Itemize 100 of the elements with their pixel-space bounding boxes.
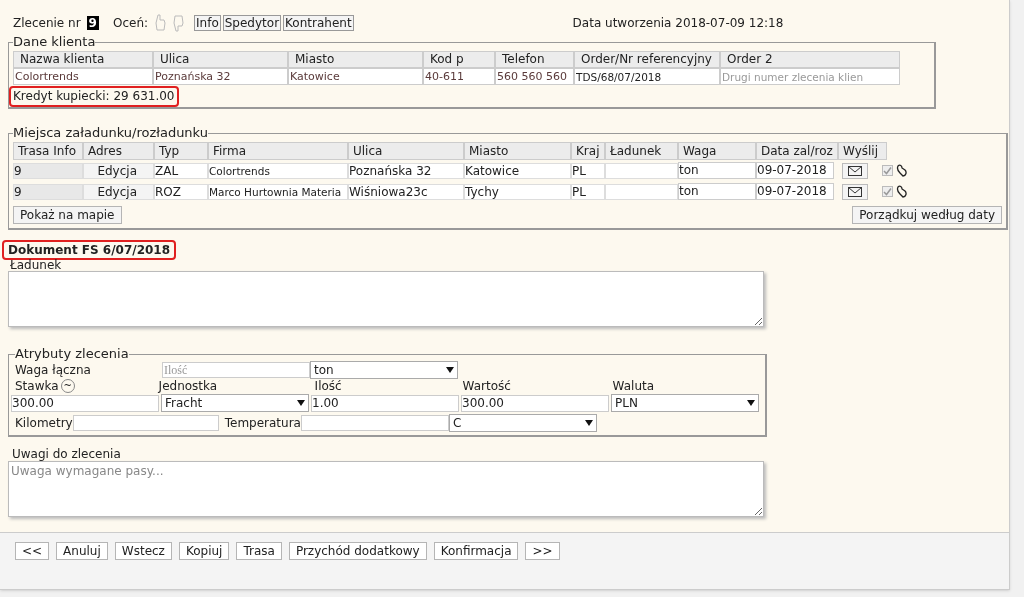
edit-link[interactable]: Edycja xyxy=(83,162,154,179)
envelope-icon xyxy=(848,186,862,197)
field-label: Stawka xyxy=(15,378,59,395)
column-header: Order/Nr referencyjny xyxy=(574,51,720,68)
dropdown-arrow-icon xyxy=(747,400,755,406)
table-cell: Wiśniowa23c xyxy=(348,183,464,200)
section-legend: Dane klienta xyxy=(13,35,96,49)
currency-select[interactable]: PLN xyxy=(611,394,759,412)
header-button[interactable]: Kontrahent xyxy=(283,15,354,31)
field-label: Temperatura xyxy=(224,415,301,432)
table-cell: 560 560 560 xyxy=(495,68,574,85)
thumbs-up-icon[interactable] xyxy=(154,14,167,32)
field-label: Jednostka xyxy=(158,378,219,395)
email-button[interactable] xyxy=(842,183,868,200)
column-header: Miasto xyxy=(464,142,571,160)
unit-select[interactable]: ton xyxy=(310,360,458,379)
table-cell: Colortrends xyxy=(13,68,153,85)
temperature-input[interactable] xyxy=(300,415,449,431)
column-header: Order 2 xyxy=(720,51,900,68)
column-header: Trasa Info xyxy=(13,142,83,160)
date-input[interactable]: 09-07-2018 xyxy=(756,162,834,179)
thumbs-down-icon[interactable] xyxy=(172,14,185,32)
edit-link[interactable]: Edycja xyxy=(83,183,154,200)
column-header: Typ xyxy=(154,142,208,160)
quantity-input[interactable]: 1.00 xyxy=(311,394,459,412)
dropdown-arrow-icon xyxy=(297,400,305,406)
table-cell: Colortrends xyxy=(208,162,348,179)
column-header: Wyślij xyxy=(838,142,887,160)
field-label: Kilometry xyxy=(15,415,73,432)
cargo-label: Ładunek xyxy=(10,260,63,271)
unit-select[interactable]: Fracht xyxy=(161,394,309,412)
table-cell: Poznańska 32 xyxy=(153,68,288,85)
column-header: Miasto xyxy=(288,51,423,68)
column-header: Firma xyxy=(208,142,348,160)
section-legend: Atrybuty zlecenia xyxy=(15,347,129,361)
field-label: Waga łączna xyxy=(15,361,92,379)
table-cell: PL xyxy=(571,183,605,200)
footer-button[interactable]: Kopiuj xyxy=(178,542,230,560)
footer-button[interactable]: Konfirmacja xyxy=(433,542,519,560)
document-title: Dokument FS 6/07/2018 xyxy=(2,240,177,260)
column-header: Ulica xyxy=(348,142,464,160)
table-cell: ROZ xyxy=(154,183,208,200)
table-cell: ZAL xyxy=(154,162,208,179)
rate-label: Oceń: xyxy=(112,15,149,32)
envelope-icon xyxy=(848,165,862,176)
column-header: Ładunek xyxy=(605,142,678,160)
footer-button[interactable]: Wstecz xyxy=(114,542,172,560)
order-number: 9 xyxy=(86,16,99,30)
email-button[interactable] xyxy=(842,162,868,179)
value-input[interactable]: 300.00 xyxy=(461,394,609,412)
send-checkbox[interactable] xyxy=(882,186,893,197)
footer-button[interactable]: Trasa xyxy=(236,542,282,560)
credit-limit: Kredyt kupiecki: 29 631.00 xyxy=(9,86,179,107)
footer-button[interactable]: << xyxy=(15,542,50,560)
quantity-input[interactable]: Ilość xyxy=(162,361,310,378)
header-button[interactable]: Spedytor xyxy=(222,15,282,31)
column-header: Adres xyxy=(83,142,154,160)
notes-label: Uwagi do zlecenia xyxy=(12,447,122,461)
sort-by-date-button[interactable]: Porządkuj według daty xyxy=(852,206,1002,224)
footer-button[interactable]: Przychód dodatkowy xyxy=(288,542,427,560)
notes-textarea[interactable]: Uwaga wymagane pasy... xyxy=(8,461,764,517)
rate-input[interactable]: 300.00 xyxy=(11,394,159,412)
table-input[interactable]: Drugi numer zlecenia klien xyxy=(720,68,900,85)
field-label: Wartość xyxy=(461,378,512,395)
footer-button[interactable]: >> xyxy=(525,542,560,560)
temperature-unit-select[interactable]: C xyxy=(448,414,597,432)
table-cell: Tychy xyxy=(464,183,571,200)
send-checkbox[interactable] xyxy=(882,165,893,176)
weight-input[interactable]: ton xyxy=(678,162,756,179)
column-header: Kod p xyxy=(423,51,495,68)
table-cell: Marco Hurtownia Materia xyxy=(208,183,348,200)
table-cell: Katowice xyxy=(288,68,423,85)
footer-button[interactable]: Anuluj xyxy=(56,542,108,560)
show-map-button[interactable]: Pokaż na mapie xyxy=(13,206,122,224)
weight-input[interactable]: ton xyxy=(678,183,756,200)
table-cell: Poznańska 32 xyxy=(348,162,464,179)
field-label: Ilość xyxy=(313,378,343,395)
dropdown-arrow-icon xyxy=(446,366,454,373)
column-header: Waga xyxy=(678,142,756,160)
header-button[interactable]: Info xyxy=(194,15,221,31)
order-label: Zlecenie nr xyxy=(13,15,81,32)
column-header: Ulica xyxy=(153,51,288,68)
table-input[interactable]: TDS/68/07/2018 xyxy=(574,68,720,85)
table-cell: 9 xyxy=(13,183,83,200)
kilometers-input[interactable] xyxy=(72,415,219,431)
column-header: Telefon xyxy=(495,51,574,68)
cargo-input[interactable] xyxy=(605,162,678,179)
dropdown-arrow-icon xyxy=(584,420,593,426)
section-legend: Miejsca załadunku/rozładunku xyxy=(13,126,208,140)
column-header: Data zal/roz xyxy=(756,142,838,160)
table-cell: 9 xyxy=(13,162,83,179)
date-input[interactable]: 09-07-2018 xyxy=(756,183,834,200)
created-date: Data utworzenia 2018-07-09 12:18 xyxy=(572,15,784,32)
column-header: Nazwa klienta xyxy=(13,51,153,68)
column-header: Kraj xyxy=(571,142,605,160)
field-label: Waluta xyxy=(611,378,655,395)
cargo-textarea[interactable] xyxy=(8,271,764,327)
cargo-input[interactable] xyxy=(605,183,678,200)
table-cell: 40-611 xyxy=(423,68,495,85)
table-cell: Katowice xyxy=(464,162,571,179)
